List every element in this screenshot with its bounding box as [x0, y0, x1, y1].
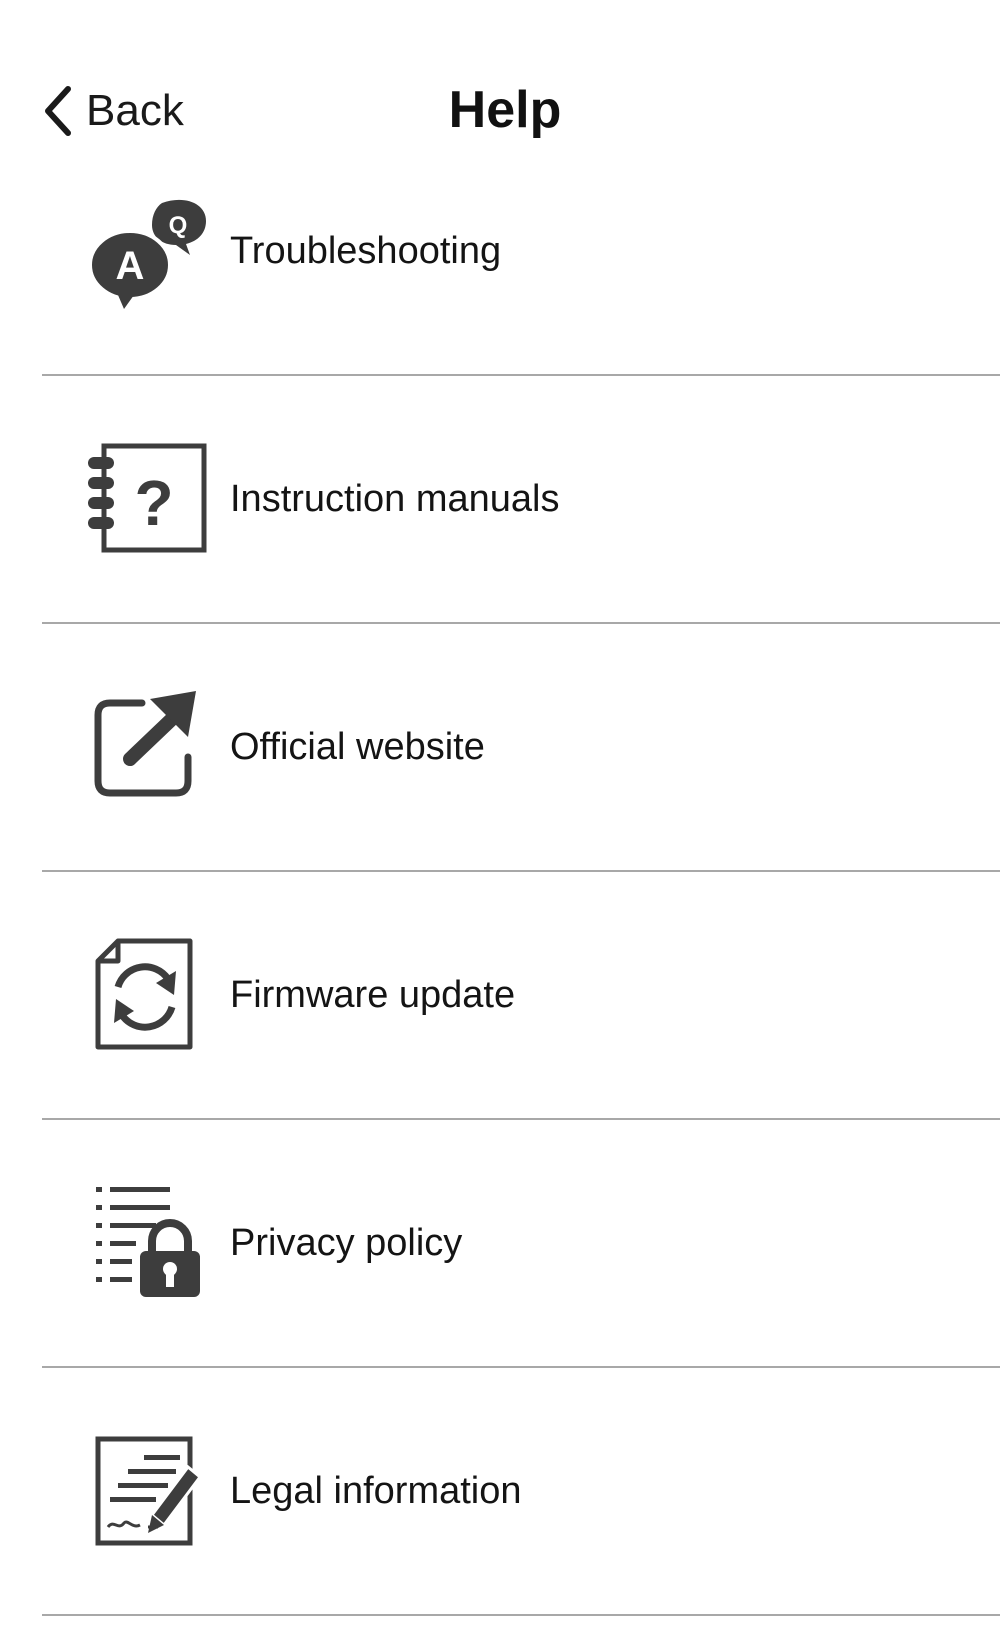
svg-text:A: A [116, 244, 145, 288]
legal-document-icon [95, 1436, 203, 1546]
svg-text:?: ? [134, 467, 173, 539]
question-answer-bubbles-icon: Q A [88, 199, 206, 309]
menu-item-instruction-manuals[interactable]: ? Instruction manuals [42, 376, 1000, 622]
manual-question-icon: ? [88, 443, 207, 553]
menu-item-label: Firmware update [230, 974, 516, 1016]
menu-item-firmware-update[interactable]: Firmware update [42, 872, 1000, 1118]
divider [42, 1614, 1000, 1616]
menu-item-label: Legal information [230, 1470, 522, 1512]
external-link-icon [94, 691, 196, 797]
menu-item-troubleshooting[interactable]: Q A Troubleshooting [42, 128, 1000, 374]
menu-item-legal-information[interactable]: Legal information [42, 1368, 1000, 1614]
privacy-lock-icon [96, 1187, 200, 1297]
menu-item-label: Privacy policy [230, 1222, 463, 1264]
svg-text:Q: Q [169, 212, 188, 239]
menu-item-label: Official website [230, 726, 485, 768]
menu-item-official-website[interactable]: Official website [42, 624, 1000, 870]
firmware-update-icon [95, 938, 193, 1050]
menu-item-label: Instruction manuals [230, 478, 560, 520]
menu-item-label: Troubleshooting [230, 230, 502, 272]
menu-item-privacy-policy[interactable]: Privacy policy [42, 1120, 1000, 1366]
